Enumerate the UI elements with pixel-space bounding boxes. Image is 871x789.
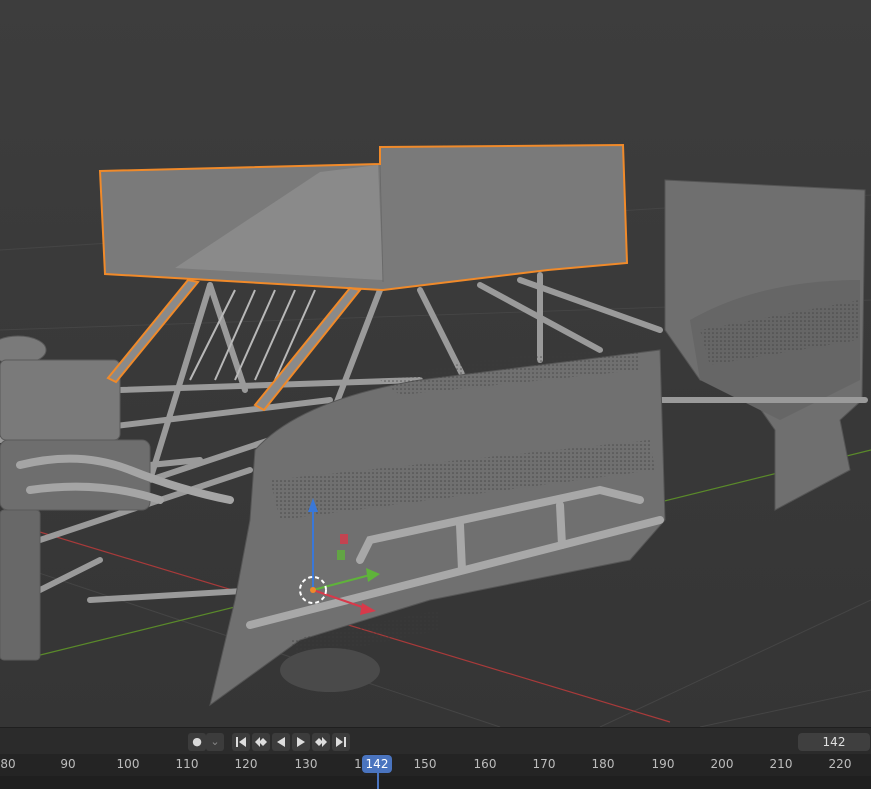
jump-to-next-keyframe-icon [315,737,327,747]
jump-to-end-button[interactable] [332,733,350,751]
ruler-label: 120 [234,757,258,771]
keyframe-strip[interactable] [0,776,871,789]
jump-to-previous-keyframe-icon [255,737,267,747]
jump-to-end-icon [336,737,346,747]
jump-to-start-button[interactable] [232,733,250,751]
ruler-label: 110 [175,757,199,771]
play-reverse-button[interactable] [272,733,290,751]
timeline-editor: ● ⌄ 142 80 90 100 110 120 130 1 150 160 … [0,727,871,789]
keying-dropdown-button[interactable]: ⌄ [206,733,224,751]
ruler-label: 180 [591,757,615,771]
3d-viewport[interactable] [0,0,871,727]
ruler-label: 160 [473,757,497,771]
current-frame-field[interactable]: 142 [798,733,870,751]
ruler-label: 150 [413,757,437,771]
ruler-label: 190 [651,757,675,771]
ruler-label: 90 [60,757,76,771]
ruler-label: 1 [354,757,362,771]
jump-to-start-icon [236,737,246,747]
playhead[interactable] [377,773,379,789]
ruler-label: 210 [769,757,793,771]
ruler-label: 170 [532,757,556,771]
ruler-label: 80 [0,757,16,771]
ruler-label: 100 [116,757,140,771]
viewport-scene [0,0,871,727]
frame-ruler[interactable]: 80 90 100 110 120 130 1 150 160 170 180 … [0,754,871,776]
jump-to-previous-keyframe-button[interactable] [252,733,270,751]
ruler-label: 220 [828,757,852,771]
ruler-label: 200 [710,757,734,771]
keyframe-toggle-button[interactable]: ● [188,733,206,751]
play-reverse-icon [277,737,285,747]
playback-controls: ● ⌄ 142 [0,727,871,755]
play-icon [297,737,305,747]
ruler-label: 130 [294,757,318,771]
play-button[interactable] [292,733,310,751]
current-frame-indicator[interactable]: 142 [362,755,392,773]
jump-to-next-keyframe-button[interactable] [312,733,330,751]
